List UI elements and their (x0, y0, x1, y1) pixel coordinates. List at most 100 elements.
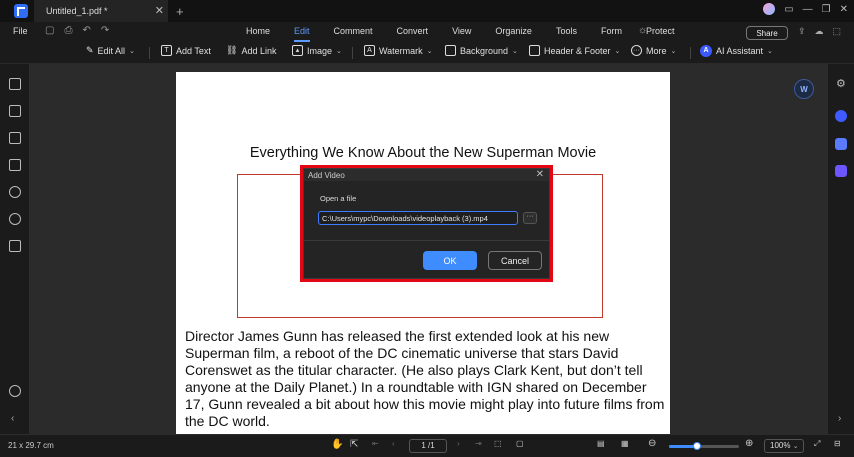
page-size-label: 21 x 29.7 cm (8, 441, 54, 450)
collapse-left-icon[interactable]: ‹ (11, 413, 14, 424)
cloud-icon[interactable]: ☁ (815, 26, 824, 37)
stack-icon[interactable] (9, 240, 21, 252)
layers-icon[interactable] (9, 159, 21, 171)
file-path-input[interactable] (318, 211, 518, 225)
add-video-dialog: Add Video ✕ Open a file ··· OK Cancel (303, 168, 550, 279)
link-icon: ⛓ (226, 45, 238, 55)
chevron-down-icon: ⌄ (792, 443, 799, 450)
open-file-label: Open a file (320, 194, 357, 203)
restore-icon[interactable]: ❐ (822, 4, 831, 15)
add-text-button[interactable]: T Add Text (161, 45, 211, 56)
next-page-icon[interactable]: › (457, 439, 460, 448)
ai-chat-icon[interactable] (835, 110, 847, 122)
document-tab[interactable]: Untitled_1.pdf * ✕ (34, 0, 168, 22)
more-button[interactable]: ··· More ⌄ (631, 45, 676, 56)
zoom-level-select[interactable]: 100% ⌄ (764, 439, 804, 453)
tab-comment[interactable]: Comment (322, 26, 385, 38)
zoom-out-icon[interactable]: ⊖ (648, 438, 656, 449)
pen-icon: ✎ (86, 45, 94, 55)
document-body: Director James Gunn has released the fir… (185, 328, 665, 429)
tab-home[interactable]: Home (234, 26, 282, 38)
header-footer-button[interactable]: Header & Footer ⌄ (529, 45, 620, 56)
ai-assistant-button[interactable]: A AI Assistant ⌄ (700, 45, 773, 57)
app-logo-icon (14, 4, 28, 18)
cancel-button[interactable]: Cancel (488, 251, 542, 270)
feedback-icon[interactable]: ▭ (784, 4, 793, 15)
share-button[interactable]: Share (746, 26, 788, 40)
attachment-icon[interactable] (9, 186, 21, 198)
fit-width-icon[interactable]: ⬚ (494, 439, 502, 448)
close-dialog-icon[interactable]: ✕ (536, 169, 544, 180)
header-footer-icon (529, 45, 540, 56)
lightbulb-icon[interactable]: ☼ (638, 25, 647, 36)
view-mode-icon[interactable]: ▦ (621, 439, 629, 448)
search-icon[interactable] (9, 213, 21, 225)
chevron-down-icon: ⌄ (336, 47, 342, 55)
last-page-icon[interactable]: ⇥ (475, 439, 482, 448)
document-tab-title: Untitled_1.pdf * (46, 6, 108, 16)
check-icon[interactable] (835, 165, 847, 177)
text-box-icon: T (161, 45, 172, 56)
new-tab-icon[interactable]: + (176, 4, 184, 19)
window-controls: ▭ — ❐ ✕ (763, 3, 848, 15)
tab-view[interactable]: View (440, 26, 483, 38)
title-bar: Untitled_1.pdf * ✕ + ▭ — ❐ ✕ (0, 0, 854, 22)
properties-icon[interactable]: ⚙ (836, 77, 846, 90)
fit-page-icon[interactable]: ▢ (516, 439, 524, 448)
background-button[interactable]: Background ⌄ (445, 45, 518, 56)
tab-edit[interactable]: Edit (282, 26, 322, 42)
menu-right-icons: ⇪ ☁ ⬚ (798, 26, 841, 37)
zoom-in-icon[interactable]: ⊕ (745, 438, 753, 449)
zoom-slider-handle[interactable] (693, 442, 701, 450)
image-button[interactable]: ▴ Image ⌄ (292, 45, 342, 56)
avatar[interactable] (763, 3, 776, 15)
watermark-button[interactable]: A Watermark ⌄ (364, 45, 433, 56)
right-sidebar: ⚙ › (827, 64, 854, 434)
more-view-icon[interactable]: ⊟ (834, 439, 841, 448)
print-icon[interactable]: ⎙ (64, 25, 72, 36)
page-thumbnail-icon[interactable] (9, 78, 21, 90)
save-icon[interactable]: ▢ (45, 25, 54, 36)
browse-button[interactable]: ··· (523, 212, 537, 224)
image-icon: ▴ (292, 45, 303, 56)
chevron-down-icon: ⌄ (670, 47, 677, 55)
undo-icon[interactable]: ↶ (82, 25, 90, 36)
select-tool-icon[interactable]: ⇱ (350, 439, 358, 450)
translate-icon[interactable] (835, 138, 847, 150)
tab-convert[interactable]: Convert (385, 26, 441, 38)
dialog-header: Add Video ✕ (304, 169, 549, 181)
dialog-divider (304, 240, 549, 241)
redo-icon[interactable]: ↷ (101, 25, 109, 36)
watermark-icon: A (364, 45, 375, 56)
page-layout-icon[interactable]: ▤ (597, 439, 605, 448)
word-convert-icon[interactable]: W (794, 79, 814, 99)
bookmark-icon[interactable] (9, 105, 21, 117)
tab-tools[interactable]: Tools (544, 26, 589, 38)
close-window-icon[interactable]: ✕ (840, 4, 848, 15)
file-menu[interactable]: File (13, 26, 28, 36)
page-number-input[interactable]: 1 /1 (409, 439, 447, 453)
tab-form[interactable]: Form (589, 26, 634, 38)
background-icon (445, 45, 456, 56)
edit-all-button[interactable]: ✎ Edit All ⌄ (86, 45, 135, 56)
close-tab-icon[interactable]: ✕ (155, 4, 164, 17)
fullscreen-icon[interactable]: ⤢ (814, 439, 820, 449)
prev-page-icon[interactable]: ‹ (392, 439, 395, 448)
chevron-down-icon: ⌄ (426, 47, 433, 55)
collapse-right-icon[interactable]: › (838, 413, 841, 424)
minimize-icon[interactable]: — (803, 4, 813, 15)
expand-icon[interactable]: ⬚ (833, 26, 842, 37)
zoom-slider[interactable] (669, 442, 739, 450)
hand-tool-icon[interactable]: ✋ (331, 439, 343, 450)
quick-access-toolbar: ▢ ⎙ ↶ ↷ (45, 25, 109, 36)
edit-toolbar: ✎ Edit All ⌄ T Add Text ⛓ Add Link ▴ Ima… (0, 42, 854, 64)
upload-icon[interactable]: ⇪ (798, 26, 806, 37)
first-page-icon[interactable]: ⇤ (372, 439, 379, 448)
status-bar: 21 x 29.7 cm ✋ ⇱ ⇤ ‹ 1 /1 › ⇥ ⬚ ▢ ▤ ▦ ⊖ … (0, 434, 854, 457)
comment-icon[interactable] (9, 132, 21, 144)
add-link-button[interactable]: ⛓ Add Link (226, 45, 276, 56)
left-sidebar: ‹ (0, 64, 30, 434)
tab-organize[interactable]: Organize (483, 26, 544, 38)
help-icon[interactable] (9, 385, 21, 397)
ok-button[interactable]: OK (423, 251, 477, 270)
